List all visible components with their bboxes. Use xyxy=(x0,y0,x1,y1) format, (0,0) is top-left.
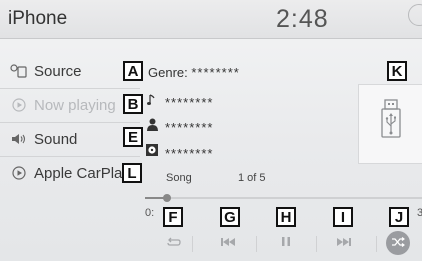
callout-k: K xyxy=(387,61,407,81)
album-name: ******** xyxy=(165,146,214,161)
divider xyxy=(376,236,377,252)
skip-forward-icon xyxy=(336,234,352,252)
top-bar: iPhone 2:48 xyxy=(0,0,422,39)
pause-button[interactable] xyxy=(268,232,304,254)
song-title: ******** xyxy=(165,95,214,110)
genre-line: Genre: ******** xyxy=(148,65,240,80)
repeat-icon xyxy=(166,234,182,252)
audio-screen: iPhone 2:48 Source Now playing Sound App… xyxy=(0,0,422,261)
app-title: iPhone xyxy=(8,8,68,29)
play-circle-icon xyxy=(7,166,31,180)
corner-indicator-icon xyxy=(408,4,422,26)
skip-back-icon xyxy=(220,234,236,252)
artist-name: ******** xyxy=(165,120,214,135)
remaining-time: 3 xyxy=(417,207,422,219)
divider xyxy=(256,236,257,252)
repeat-button[interactable] xyxy=(156,232,192,254)
elapsed-time: 0: xyxy=(145,207,155,219)
callout-f: F xyxy=(163,207,183,227)
divider xyxy=(0,88,140,89)
album-art xyxy=(358,84,422,164)
usb-device-icon xyxy=(379,99,403,144)
progress-knob[interactable] xyxy=(163,194,171,202)
sidebar-item-label: Source xyxy=(34,62,82,80)
genre-label: Genre: xyxy=(148,65,188,80)
track-type: Song xyxy=(166,172,192,184)
divider xyxy=(192,236,193,252)
album-icon xyxy=(146,143,158,157)
callout-e: E xyxy=(123,127,143,147)
callout-i: I xyxy=(333,207,353,227)
play-circle-icon xyxy=(7,98,31,112)
callout-a: A xyxy=(123,61,143,81)
sidebar-item-sound[interactable]: Sound xyxy=(0,124,140,154)
callout-l: L xyxy=(122,163,142,183)
pause-icon xyxy=(281,234,291,252)
divider xyxy=(316,236,317,252)
callout-b: B xyxy=(123,94,143,114)
genre-value: ******** xyxy=(191,65,240,80)
divider xyxy=(0,156,140,157)
callout-h: H xyxy=(276,207,296,227)
sidebar-item-apple-carplay[interactable]: Apple CarPlay xyxy=(0,158,140,188)
shuffle-icon xyxy=(391,234,405,252)
artist-icon xyxy=(146,117,158,131)
sidebar-item-now-playing[interactable]: Now playing xyxy=(0,90,140,120)
sidebar-item-source[interactable]: Source xyxy=(0,56,140,86)
next-track-button[interactable] xyxy=(326,232,362,254)
previous-track-button[interactable] xyxy=(210,232,246,254)
music-note-icon xyxy=(146,92,158,106)
clock: 2:48 xyxy=(276,5,329,33)
source-icon xyxy=(7,64,31,78)
sidebar-item-label: Now playing xyxy=(34,96,116,114)
progress-bar[interactable] xyxy=(145,194,422,202)
speaker-icon xyxy=(7,133,31,145)
callout-j: J xyxy=(389,207,409,227)
sidebar-item-label: Apple CarPlay xyxy=(34,164,130,182)
sidebar-item-label: Sound xyxy=(34,130,78,148)
callout-g: G xyxy=(220,207,240,227)
track-position: 1 of 5 xyxy=(238,172,266,184)
shuffle-button[interactable] xyxy=(380,232,416,254)
divider xyxy=(0,122,140,123)
